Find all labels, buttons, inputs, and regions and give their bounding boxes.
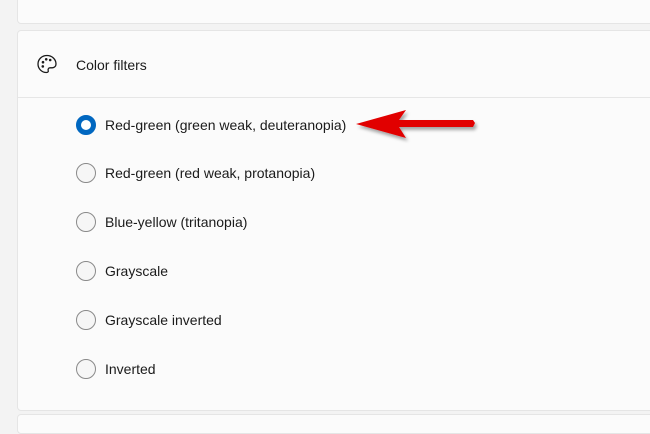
color-filters-header: Color filters xyxy=(18,31,650,98)
radio-option-label: Inverted xyxy=(105,361,156,377)
color-filters-panel: Color filters Red-green (green weak, deu… xyxy=(17,30,650,411)
radio-option-grayscale-inverted[interactable]: Grayscale inverted xyxy=(76,308,222,332)
color-filters-title: Color filters xyxy=(76,57,147,73)
radio-option-inverted[interactable]: Inverted xyxy=(76,357,156,381)
radio-option-label: Blue-yellow (tritanopia) xyxy=(105,214,248,230)
radio-option-label: Red-green (green weak, deuteranopia) xyxy=(105,117,347,133)
radio-button[interactable] xyxy=(76,163,96,183)
annotation-arrow-icon xyxy=(356,110,475,138)
radio-option-tritanopia[interactable]: Blue-yellow (tritanopia) xyxy=(76,210,247,234)
radio-button[interactable] xyxy=(76,359,96,379)
radio-button[interactable] xyxy=(76,212,96,232)
radio-button[interactable] xyxy=(76,115,96,135)
palette-icon xyxy=(37,54,57,74)
previous-settings-card xyxy=(17,0,650,24)
radio-button[interactable] xyxy=(76,261,96,281)
radio-button[interactable] xyxy=(76,310,96,330)
radio-option-grayscale[interactable]: Grayscale xyxy=(76,259,168,283)
radio-option-label: Red-green (red weak, protanopia) xyxy=(105,165,316,181)
radio-option-label: Grayscale xyxy=(105,263,169,279)
radio-option-deuteranopia[interactable]: Red-green (green weak, deuteranopia) xyxy=(76,113,346,137)
radio-option-protanopia[interactable]: Red-green (red weak, protanopia) xyxy=(76,161,315,185)
radio-option-label: Grayscale inverted xyxy=(105,312,222,328)
next-settings-card xyxy=(17,414,650,434)
